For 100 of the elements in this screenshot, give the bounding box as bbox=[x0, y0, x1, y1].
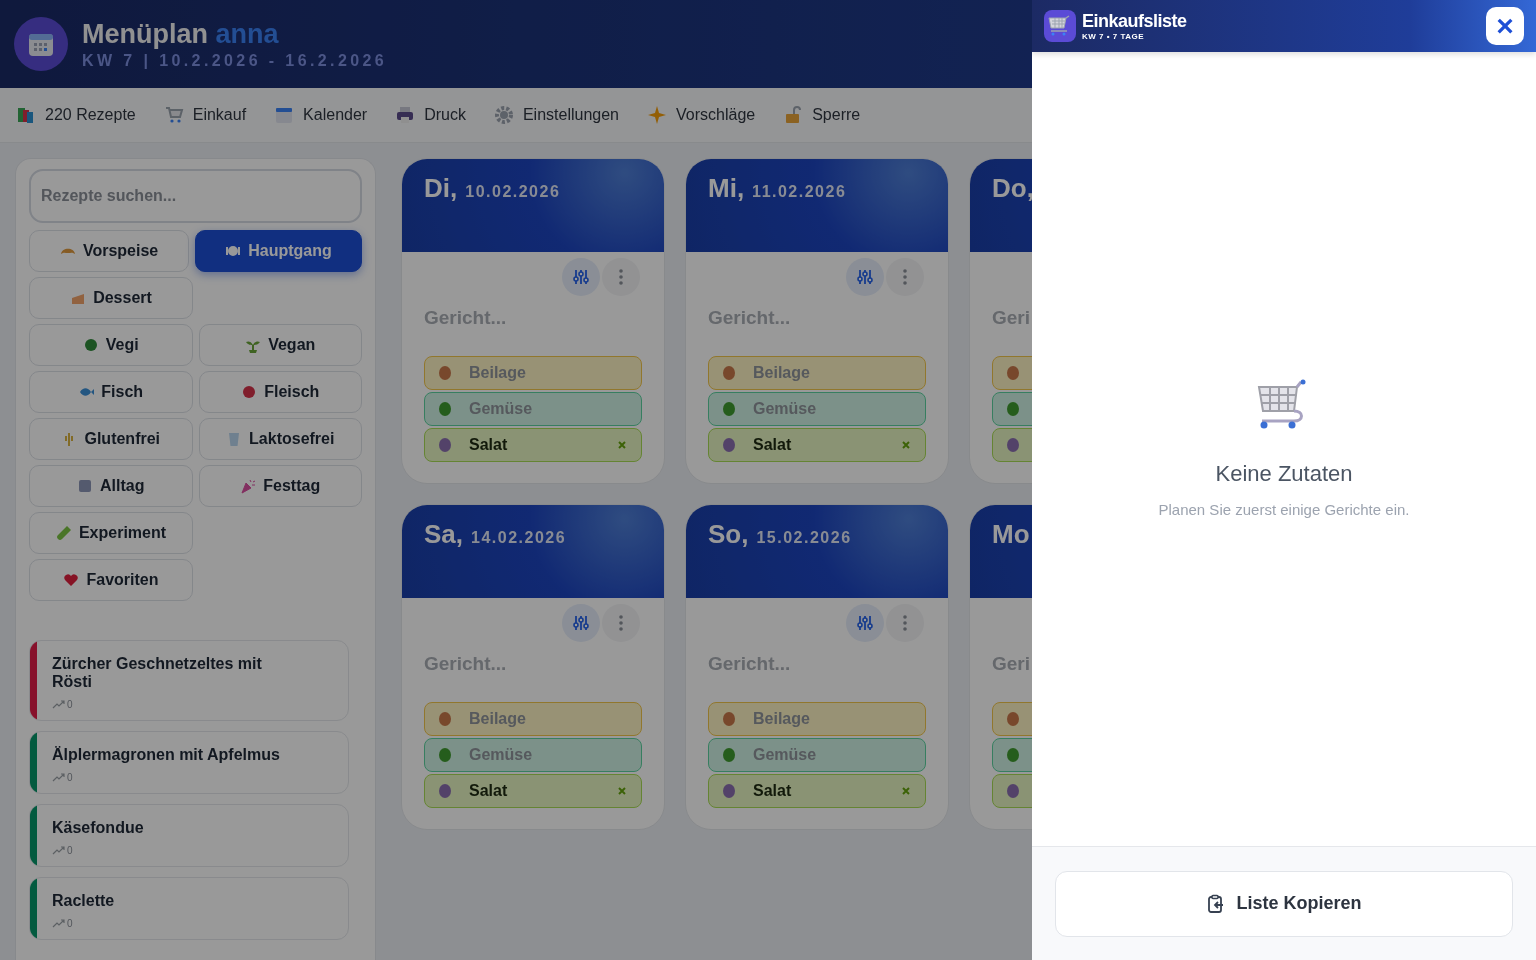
more-icon bbox=[903, 615, 907, 631]
sliders-button[interactable] bbox=[846, 604, 884, 642]
slot-label: Salat bbox=[753, 782, 792, 800]
side-dish-slot[interactable]: Salat bbox=[708, 428, 926, 462]
leaf-icon bbox=[1005, 747, 1021, 763]
filter-button[interactable]: Alltag bbox=[29, 465, 193, 507]
week-range: KW 7 | 10.2.2026 - 16.2.2026 bbox=[82, 51, 388, 70]
day-date: 10.02.2026 bbox=[465, 183, 561, 201]
filter-button[interactable]: Experiment bbox=[29, 512, 193, 554]
drawer-subtitle: KW 7 • 7 TAGE bbox=[1082, 32, 1146, 41]
recipe-card[interactable]: Älplermagronen mit Apfelmus 0 bbox=[29, 731, 349, 794]
gear-icon bbox=[493, 105, 514, 125]
filter-button[interactable]: Laktosefrei bbox=[198, 418, 362, 460]
remove-icon[interactable] bbox=[617, 440, 627, 450]
filter-button[interactable]: Fleisch bbox=[198, 371, 362, 413]
more-icon bbox=[903, 269, 907, 285]
more-icon bbox=[619, 269, 623, 285]
filter-button[interactable]: Festtag bbox=[198, 465, 362, 507]
printer-icon bbox=[395, 105, 416, 125]
weekday: So, bbox=[708, 519, 749, 550]
day-date: 15.02.2026 bbox=[756, 529, 852, 547]
books-icon bbox=[16, 105, 36, 125]
toolbar-button[interactable]: Druck bbox=[389, 101, 472, 129]
empty-message: Planen Sie zuerst einige Gerichte ein. bbox=[1158, 501, 1410, 518]
more-icon bbox=[619, 615, 623, 631]
leaf-icon bbox=[721, 747, 737, 763]
party-icon bbox=[240, 478, 257, 494]
slot-label: Beilage bbox=[469, 364, 526, 382]
filter-button[interactable]: Vegan bbox=[198, 324, 362, 366]
sliders-icon bbox=[856, 614, 874, 632]
filter-button[interactable]: Fisch bbox=[29, 371, 193, 413]
toolbar-button[interactable]: Sperre bbox=[777, 101, 867, 129]
remove-icon[interactable] bbox=[901, 786, 911, 796]
cart-icon bbox=[1044, 10, 1076, 42]
sliders-button[interactable] bbox=[846, 258, 884, 296]
cart-icon bbox=[163, 105, 184, 125]
toolbar-button[interactable]: Kalender bbox=[268, 101, 374, 129]
remove-icon[interactable] bbox=[901, 440, 911, 450]
trend-icon bbox=[52, 846, 65, 855]
toolbar-button[interactable]: Vorschläge bbox=[641, 101, 762, 129]
heart-icon bbox=[63, 572, 80, 588]
potato-icon bbox=[1005, 711, 1021, 727]
close-button[interactable]: × bbox=[1486, 7, 1524, 45]
weekday: Mo bbox=[992, 519, 1030, 550]
recipe-card[interactable]: Raclette 0 bbox=[29, 877, 349, 940]
sliders-icon bbox=[572, 268, 590, 286]
leaf-icon bbox=[721, 401, 737, 417]
trend-icon bbox=[52, 773, 65, 782]
trend-icon bbox=[52, 919, 65, 928]
recipe-card[interactable]: Käsefondue 0 bbox=[29, 804, 349, 867]
toolbar-button[interactable]: 220 Rezepte bbox=[10, 101, 142, 129]
slot-label: Beilage bbox=[469, 710, 526, 728]
search-field[interactable]: Rezepte suchen... bbox=[29, 169, 362, 223]
filter-button[interactable]: Favoriten bbox=[29, 559, 193, 601]
potato-icon bbox=[437, 365, 453, 381]
slot-label: Salat bbox=[469, 782, 508, 800]
slot-label: Beilage bbox=[753, 710, 810, 728]
usage-count: 0 bbox=[67, 918, 73, 929]
side-dish-slot[interactable]: Salat bbox=[424, 774, 642, 808]
day-date: 14.02.2026 bbox=[471, 529, 567, 547]
sliders-icon bbox=[572, 614, 590, 632]
slot-label: Gemüse bbox=[753, 400, 817, 418]
sliders-icon bbox=[856, 268, 874, 286]
more-button[interactable] bbox=[602, 604, 640, 642]
more-button[interactable] bbox=[602, 258, 640, 296]
slot-label: Beilage bbox=[753, 364, 810, 382]
app-title: Menüplan bbox=[82, 18, 208, 49]
lock-icon bbox=[783, 105, 804, 125]
slot-label: Gemüse bbox=[469, 746, 533, 764]
weekday: Di, bbox=[424, 173, 458, 204]
filter-button[interactable]: Glutenfrei bbox=[29, 418, 193, 460]
recipe-card[interactable]: Zürcher Geschnetzeltes mit Rösti 0 bbox=[29, 640, 349, 721]
filter-button[interactable]: Hauptgang bbox=[195, 230, 362, 272]
toolbar-button[interactable]: Einstellungen bbox=[487, 101, 625, 129]
side-dish-slot[interactable]: Salat bbox=[708, 774, 926, 808]
filter-button[interactable]: Vorspeise bbox=[29, 230, 190, 272]
potato-icon bbox=[721, 711, 737, 727]
slot-label: Salat bbox=[753, 436, 792, 454]
empty-title: Keine Zutaten bbox=[1215, 461, 1353, 487]
drawer-title: Einkaufsliste bbox=[1082, 11, 1188, 32]
remove-icon[interactable] bbox=[617, 786, 627, 796]
usage-count: 0 bbox=[67, 772, 73, 783]
recipe-name: Käsefondue bbox=[52, 819, 145, 837]
more-button[interactable] bbox=[886, 258, 924, 296]
recipe-name: Älplermagronen mit Apfelmus bbox=[52, 746, 281, 764]
usage-count: 0 bbox=[67, 699, 73, 710]
potato-icon bbox=[437, 711, 453, 727]
slot-label: Salat bbox=[469, 436, 508, 454]
recipe-name: Raclette bbox=[52, 892, 116, 910]
side-dish-slot[interactable]: Salat bbox=[424, 428, 642, 462]
more-button[interactable] bbox=[886, 604, 924, 642]
toolbar-button[interactable]: Einkauf bbox=[157, 101, 253, 129]
sparkle-icon bbox=[647, 105, 667, 125]
recipe-name: Zürcher Geschnetzeltes mit Rösti bbox=[52, 655, 263, 691]
sliders-button[interactable] bbox=[562, 258, 600, 296]
filter-button[interactable]: Dessert bbox=[29, 277, 193, 319]
copy-list-button[interactable]: Liste Kopieren bbox=[1055, 870, 1513, 937]
filter-button[interactable]: Vegi bbox=[29, 324, 193, 366]
sliders-button[interactable] bbox=[562, 604, 600, 642]
modal-backdrop[interactable] bbox=[0, 0, 1032, 960]
